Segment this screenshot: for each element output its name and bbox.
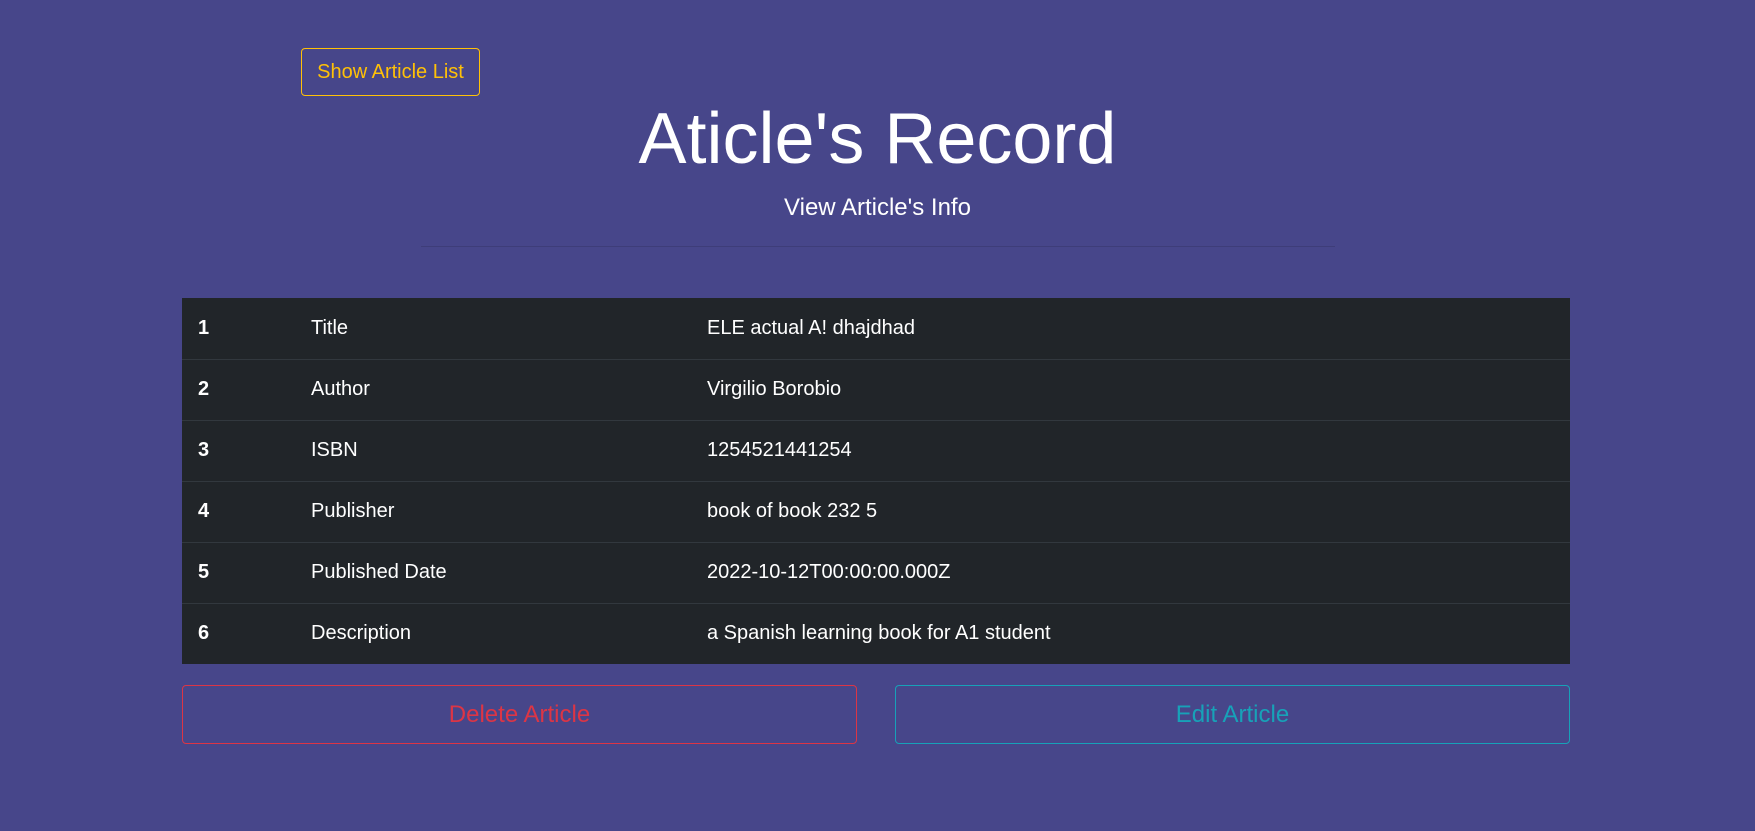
field-value: 2022-10-12T00:00:00.000Z — [707, 561, 951, 583]
table-row: 6 Description a Spanish learning book fo… — [182, 603, 1570, 664]
table-row: 2 Author Virgilio Borobio — [182, 359, 1570, 420]
field-label: Description — [311, 622, 412, 645]
table-row: 4 Publisher book of book 232 5 — [182, 481, 1570, 542]
table-row: 5 Published Date 2022-10-12T00:00:00.000… — [182, 542, 1570, 603]
page-title: Aticle's Record — [638, 99, 1117, 179]
table-row: 3 ISBN 1254521441254 — [182, 420, 1570, 481]
row-number: 4 — [198, 500, 210, 522]
page-subtitle: View Article's Info — [784, 194, 971, 221]
field-value: a Spanish learning book for A1 student — [707, 622, 1051, 645]
field-value: ELE actual A! dhajdhad — [707, 316, 915, 339]
field-label: Published Date — [311, 561, 447, 583]
divider — [421, 246, 1335, 247]
field-label: Author — [311, 378, 370, 400]
edit-article-button[interactable]: Edit Article — [895, 685, 1570, 744]
table-row: 1 Title ELE actual A! dhajdhad — [182, 298, 1570, 359]
delete-article-button[interactable]: Delete Article — [182, 685, 857, 744]
row-number: 5 — [198, 561, 210, 583]
field-label: Title — [311, 316, 349, 339]
field-value: 1254521441254 — [707, 439, 852, 461]
field-value: book of book 232 5 — [707, 500, 878, 522]
row-number: 1 — [198, 316, 210, 339]
row-number: 6 — [198, 622, 210, 645]
field-label: ISBN — [311, 439, 358, 461]
show-article-list-button[interactable]: Show Article List — [301, 48, 480, 96]
row-number: 3 — [198, 439, 210, 461]
field-value: Virgilio Borobio — [707, 378, 842, 400]
row-number: 2 — [198, 378, 210, 400]
article-record-table: 1 Title ELE actual A! dhajdhad 2 Author … — [182, 298, 1570, 664]
field-label: Publisher — [311, 500, 395, 522]
